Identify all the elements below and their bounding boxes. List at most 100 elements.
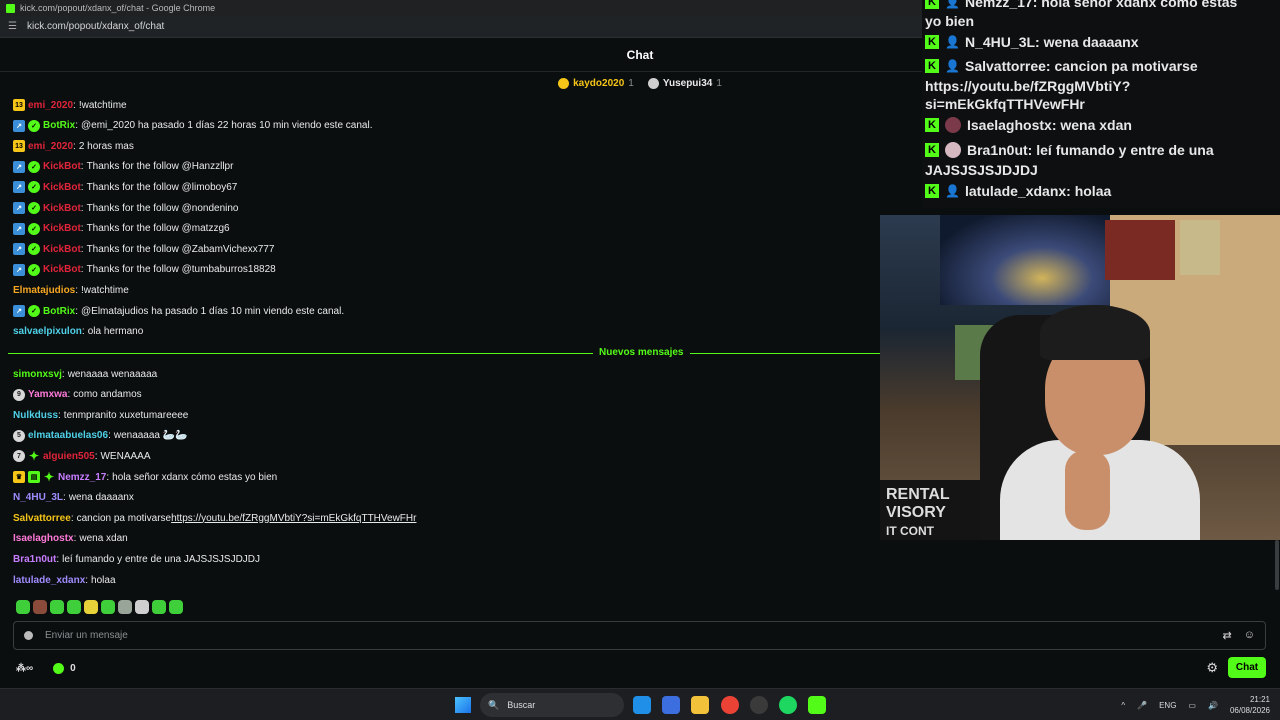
chat-message: Bra1n0ut: leí fumando y entre de una JAJS… [13,551,260,567]
channel-points[interactable]: 0 [53,662,76,674]
overlay-line: JAJSJSJSJDJDJ [925,162,1038,178]
message-username[interactable]: Yamxwa [28,389,67,400]
volume-icon[interactable]: 🔊 [1208,701,1218,710]
emote-icon[interactable] [101,600,115,614]
message-text: wena daaaanx [68,492,134,504]
overlay-line: K 👤 Nemzz_17: hola señor xdanx cómo esta… [925,0,1237,10]
emote-icon[interactable] [50,600,64,614]
kick-app-icon[interactable] [808,696,826,714]
message-separator: : [80,243,84,255]
emote-icon[interactable] [135,600,149,614]
message-username[interactable]: alguien505 [43,451,95,462]
file-explorer-icon[interactable] [691,696,709,714]
overlay-line: https://youtu.be/fZRggMVbtiY? [925,78,1131,94]
emote-icon[interactable] [152,600,166,614]
language-indicator[interactable]: ENG [1159,701,1176,710]
message-username[interactable]: KickBot [43,264,81,275]
bot-badge-icon: ↗ [13,202,25,214]
emote-icon[interactable] [169,600,183,614]
send-chat-button[interactable]: Chat [1228,657,1266,678]
search-icon: 🔍 [488,699,500,710]
settings-gear-icon[interactable]: ⚙ [1206,660,1218,676]
message-separator: : [80,223,84,235]
message-username[interactable]: Nemzz_17 [58,472,106,483]
message-username[interactable]: Salvattorree [13,513,71,524]
network-icon[interactable]: ▭ [1188,701,1196,710]
user-icon: 👤 [945,35,960,49]
taskbar-search[interactable]: 🔍 Buscar [480,693,624,717]
emote-icon[interactable] [33,600,47,614]
message-input-placeholder[interactable]: Enviar un mensaje [45,630,128,641]
gifter-name: kaydo2020 [573,77,625,89]
obs-icon[interactable] [750,696,768,714]
infinity-icon[interactable]: ⁂∞ [16,663,33,674]
user-icon: 👤 [945,59,960,73]
message-username[interactable]: Bra1n0ut [13,554,56,565]
message-username[interactable]: KickBot [43,244,81,255]
emote-icon[interactable] [67,600,81,614]
star-badge-icon: ✦ [43,470,55,484]
url-text[interactable]: kick.com/popout/xdanx_of/chat [27,21,164,32]
message-username[interactable]: Nulkduss [13,410,58,421]
bot-badge-icon: ↗ [13,305,25,317]
message-text: como andamos [73,389,142,401]
bot-badge-icon: ↗ [13,222,25,235]
kick-logo-icon [6,3,15,13]
message-username[interactable]: N_4HU_3L [13,492,63,503]
message-username[interactable]: simonxsvj [13,369,62,380]
emoji-picker-icon[interactable]: ☺ [1244,629,1255,642]
bot-badge-icon: ↗ [13,160,25,173]
chat-message: ↗ ✓ KickBot: Thanks for the follow @Hanzzll… [13,159,233,175]
kick-k-icon: K [925,0,939,9]
chat-scrollbar[interactable] [1275,540,1279,590]
webcam-feed: RENTAL VISORY IT CONT [880,215,1280,540]
poster [1105,220,1175,280]
verified-badge-icon: ✓ [28,181,40,194]
message-username[interactable]: KickBot [43,203,81,214]
message-username[interactable]: elmataabuelas06 [28,430,108,441]
message-text: Thanks for the follow @tumbaburros18828 [86,264,276,276]
kick-k-icon: K [925,35,939,49]
spotify-icon[interactable] [779,696,797,714]
message-separator: : [80,161,84,173]
emote-quick-bar [16,600,183,616]
message-username[interactable]: Elmatajudios [13,285,75,296]
translate-icon[interactable]: ⇄ [1223,629,1232,642]
message-username[interactable]: latulade_xdanx [13,575,85,586]
tray-chevron-icon[interactable]: ^ [1121,701,1125,710]
clock[interactable]: 21:21 06/08/2026 [1230,694,1270,716]
chrome-icon[interactable] [721,696,739,714]
gifter-item[interactable]: kaydo2020 1 [558,77,634,89]
verified-badge-icon: ✓ [28,160,40,173]
message-username[interactable]: salvaelpixulon [13,326,82,337]
message-username[interactable]: KickBot [43,161,81,172]
windows-start-icon[interactable] [455,697,471,713]
edge-icon[interactable] [633,696,651,714]
message-text: wenaaaaa 🦢🦢 [113,430,188,442]
store-icon[interactable] [662,696,680,714]
chat-message: 13 emi_2020: !watchtime [13,97,127,113]
chat-message: Elmatajudios: !watchtime [13,282,129,298]
message-username[interactable]: emi_2020 [28,141,73,152]
message-username[interactable]: BotRix [43,120,75,131]
message-username[interactable]: KickBot [43,223,81,234]
bot-badge-icon: ↗ [13,119,25,132]
message-input[interactable]: Enviar un mensaje ⇄ ☺ [13,621,1266,650]
message-username[interactable]: KickBot [43,182,81,193]
mic-icon[interactable]: 🎤 [1137,701,1147,710]
emote-icon[interactable] [84,600,98,614]
crown-badge-icon: ♛ [13,471,25,483]
gifter-item[interactable]: Yusepui34 1 [647,77,722,89]
site-settings-icon[interactable]: ☰ [8,22,19,32]
emote-icon[interactable] [16,600,30,614]
message-link[interactable]: https://youtu.be/fZRggMVbtiY?si=mEkGkfqT… [171,513,416,524]
message-username[interactable]: BotRix [43,306,75,317]
message-username[interactable]: emi_2020 [28,100,73,111]
verified-badge-icon: ✓ [28,119,40,132]
emote-icon[interactable] [118,600,132,614]
points-value: 0 [70,662,76,674]
message-username[interactable]: Isaelaghostx [13,533,74,544]
message-separator: : [80,181,84,193]
months-badge-icon: 5 [13,429,25,442]
sign-line: IT CONT [886,524,934,538]
